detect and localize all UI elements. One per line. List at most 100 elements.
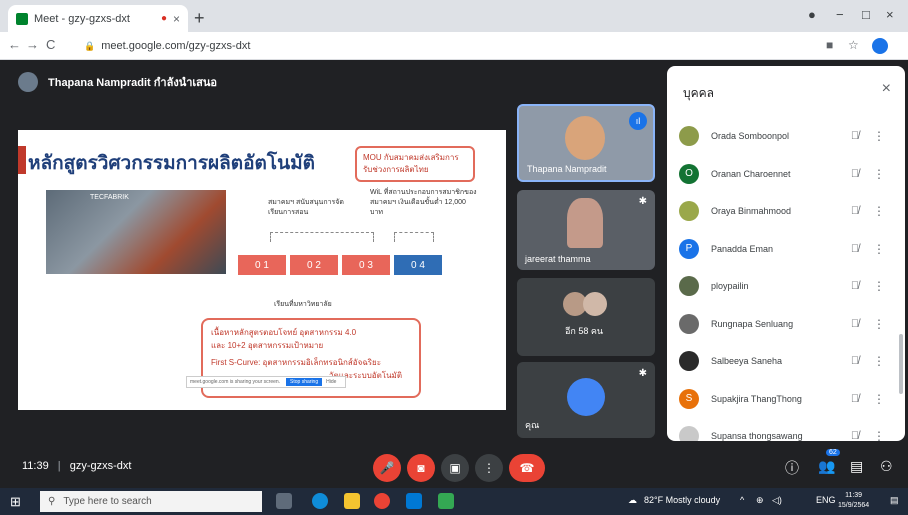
participant-tile-others[interactable]: อีก 58 คน: [517, 278, 655, 356]
chat-icon[interactable]: ▤: [850, 458, 863, 475]
camera-indicator-icon[interactable]: ■: [826, 38, 833, 52]
weather-text[interactable]: 82°F Mostly cloudy: [644, 495, 720, 505]
person-more-button[interactable]: ⋮: [869, 242, 889, 256]
line-app-icon[interactable]: [438, 493, 454, 509]
person-row[interactable]: Oraya Binmahmood 🎙̸ ⋮: [679, 193, 899, 229]
speaking-indicator-icon: ıl: [629, 112, 647, 130]
person-name: Supansa thongsawang: [711, 431, 803, 441]
person-row[interactable]: Salbeeya Saneha 🎙̸ ⋮: [679, 343, 899, 379]
person-more-button[interactable]: ⋮: [869, 129, 889, 143]
participant-tile-self[interactable]: ✱ คุณ: [517, 362, 655, 438]
person-name: Oranan Charoennet: [711, 168, 791, 179]
edge-icon[interactable]: [312, 493, 328, 509]
person-row[interactable]: O Oranan Charoennet 🎙̸ ⋮: [679, 156, 899, 192]
note-line: First S-Curve: อุตสาหกรรมอิเล็กทรอนิกส์อ…: [211, 358, 381, 367]
reload-icon[interactable]: C: [46, 37, 55, 52]
shared-screen[interactable]: หลักสูตรวิศวกรรมการผลิตอัตโนมัติ MOU กับ…: [18, 130, 506, 410]
bracket-top: [270, 232, 374, 242]
participant-tile-jareerat[interactable]: ✱ jareerat thamma: [517, 190, 655, 270]
person-avatar: P: [679, 238, 699, 259]
mic-off-icon: 🎙̸: [850, 242, 860, 255]
mic-toggle-button[interactable]: 🎤: [373, 454, 401, 482]
mic-off-icon: 🎙̸: [850, 317, 860, 330]
person-avatar: [679, 201, 699, 221]
browser-tab[interactable]: Meet - gzy-gzxs-dxt ● ×: [8, 5, 188, 32]
new-tab-button[interactable]: +: [194, 8, 205, 29]
person-more-button[interactable]: ⋮: [869, 354, 889, 368]
presenter-text: Thapana Nampradit กำลังนำเสนอ: [48, 77, 217, 89]
tray-chevron-icon[interactable]: ^: [740, 495, 744, 505]
participant-tile-presenter[interactable]: ıl Thapana Nampradit: [517, 104, 655, 182]
bookmark-star-icon[interactable]: ☆: [848, 38, 859, 52]
self-avatar: [567, 378, 605, 416]
slide-title: หลักสูตรวิศวกรรมการผลิตอัตโนมัติ: [28, 153, 315, 174]
meeting-code: gzy-gzxs-dxt: [69, 460, 132, 472]
activities-icon[interactable]: ⚇: [880, 458, 893, 475]
person-row[interactable]: S Supakjira ThangThong 🎙̸ ⋮: [679, 381, 899, 417]
person-row[interactable]: Orada Somboonpol 🎙̸ ⋮: [679, 118, 899, 154]
person-avatar: [679, 313, 699, 334]
person-more-button[interactable]: ⋮: [869, 317, 889, 331]
windows-taskbar: ⊞ ⚲ Type here to search ☁ 82°F Mostly cl…: [0, 488, 908, 515]
maximize-button[interactable]: □: [862, 7, 870, 22]
camera-toggle-button[interactable]: ◙: [407, 454, 435, 482]
search-placeholder: Type here to search: [63, 496, 152, 507]
meeting-info: 11:39 | gzy-gzxs-dxt: [22, 460, 131, 472]
weather-icon[interactable]: ☁: [628, 495, 637, 506]
person-more-button[interactable]: ⋮: [869, 167, 889, 181]
person-name: Salbeeya Saneha: [711, 356, 783, 366]
profile-avatar[interactable]: [872, 38, 888, 54]
stop-sharing-button[interactable]: Stop sharing: [286, 378, 323, 386]
network-icon[interactable]: ⊕: [756, 495, 764, 506]
close-window-button[interactable]: ×: [886, 7, 894, 22]
minimize-button[interactable]: −: [836, 7, 844, 22]
back-icon[interactable]: ←: [8, 37, 21, 52]
people-icon[interactable]: 👥: [818, 458, 835, 475]
more-options-button[interactable]: ⋮: [475, 454, 503, 482]
slide-title-accent: [18, 146, 26, 174]
address-bar: ← → C 🔒 meet.google.com/gzy-gzxs-dxt ■ ☆: [0, 32, 908, 60]
tab-close-button[interactable]: ×: [173, 12, 180, 26]
store-icon[interactable]: [406, 493, 422, 509]
record-icon[interactable]: ●: [808, 7, 816, 22]
meeting-details-icon[interactable]: ⓘ: [785, 458, 799, 478]
present-button[interactable]: ▣: [441, 454, 469, 482]
bracket-wil: [394, 232, 434, 242]
person-row[interactable]: P Panadda Eman 🎙̸ ⋮: [679, 231, 899, 267]
person-more-button[interactable]: ⋮: [869, 204, 889, 218]
step-box-04: 0 4: [394, 255, 442, 275]
file-explorer-icon[interactable]: [344, 493, 360, 509]
person-more-button[interactable]: ⋮: [869, 429, 889, 441]
factory-label: TECFABRIK: [90, 194, 129, 201]
study-label: เรียนที่มหาวิทยาลัย: [274, 301, 332, 308]
leave-call-button[interactable]: ☎: [509, 454, 545, 482]
assoc-text: สมาคมฯ สนับสนุนการจัดเรียนการสอน: [268, 199, 344, 216]
lock-icon: 🔒: [84, 40, 96, 51]
meeting-time: 11:39: [22, 460, 49, 472]
person-more-button[interactable]: ⋮: [869, 279, 889, 293]
task-view-icon[interactable]: [276, 493, 292, 509]
person-row[interactable]: Rungnapa Senluang 🎙̸ ⋮: [679, 306, 899, 342]
person-more-button[interactable]: ⋮: [869, 392, 889, 406]
close-panel-button[interactable]: ×: [882, 80, 891, 98]
volume-icon[interactable]: ◁): [772, 495, 782, 506]
factory-image: [46, 190, 226, 274]
person-row[interactable]: ploypailin 🎙̸ ⋮: [679, 268, 899, 304]
person-row[interactable]: Supansa thongsawang 🎙̸ ⋮: [679, 418, 899, 441]
share-notice-text: meet.google.com is sharing your screen.: [190, 379, 281, 385]
chrome-icon[interactable]: [374, 493, 390, 509]
mic-off-icon: ✱: [638, 368, 647, 379]
screen-share-notice: meet.google.com is sharing your screen. …: [186, 376, 346, 388]
windows-start-icon[interactable]: ⊞: [10, 494, 21, 510]
mic-off-icon: 🎙̸: [850, 430, 860, 441]
hide-button[interactable]: Hide: [326, 379, 336, 385]
tab-title: Meet - gzy-gzxs-dxt: [34, 12, 130, 25]
url-field[interactable]: 🔒 meet.google.com/gzy-gzxs-dxt: [84, 37, 784, 55]
taskbar-search[interactable]: ⚲ Type here to search: [40, 491, 262, 512]
language-indicator[interactable]: ENG: [816, 495, 836, 505]
people-scrollbar[interactable]: [899, 334, 903, 394]
notifications-icon[interactable]: ▤: [890, 495, 899, 506]
forward-icon[interactable]: →: [26, 37, 39, 52]
mic-off-icon: 🎙̸: [850, 205, 860, 217]
taskbar-clock[interactable]: 11:39 15/9/2564: [838, 491, 869, 511]
